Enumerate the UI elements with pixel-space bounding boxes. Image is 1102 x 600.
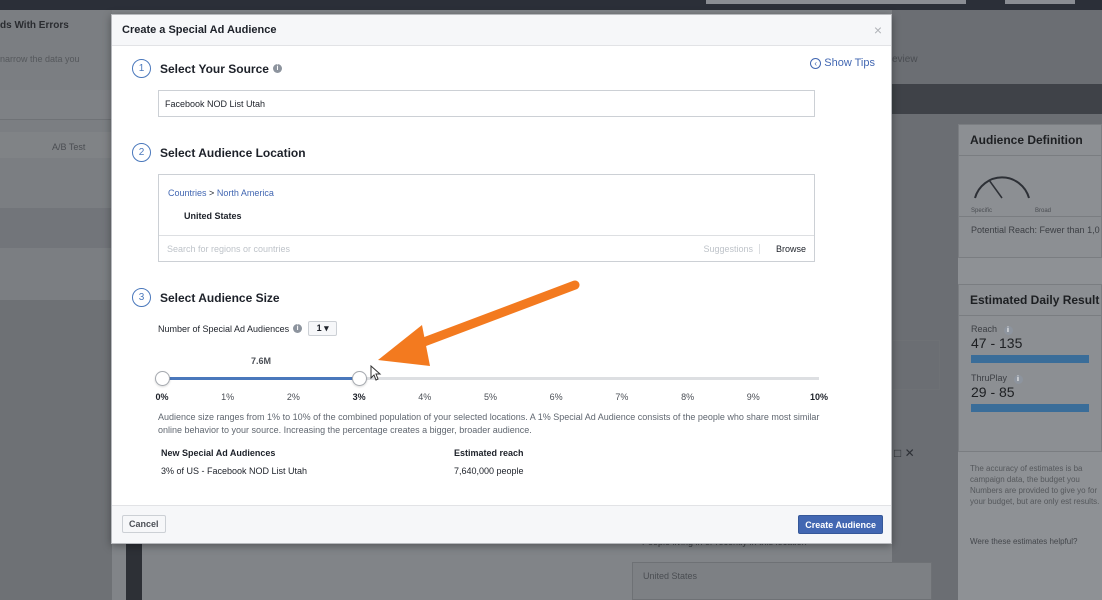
slider-value-label: 7.6M [251, 356, 272, 366]
dialog-title: Create a Special Ad Audience [122, 24, 277, 36]
slider-tick-label: 1% [221, 392, 235, 402]
suggestions-button[interactable]: Suggestions [703, 244, 760, 254]
mouse-cursor-icon [370, 365, 382, 381]
ab-test-button: A/B Test [52, 142, 86, 152]
slider-tick-label: 0% [155, 392, 169, 402]
gauge-icon [974, 176, 1030, 199]
show-tips-link[interactable]: ‹ Show Tips [810, 57, 875, 69]
slider-tick-label: 8% [681, 392, 695, 402]
step-source-header: 1 Select Your Source i [132, 59, 282, 78]
narrow-text: narrow the data you [0, 54, 80, 64]
close-icon[interactable]: × [874, 22, 882, 38]
slider-tick-label: 5% [483, 392, 498, 402]
orange-arrow-icon [378, 280, 580, 366]
step-location-header: 2 Select Audience Location [132, 143, 306, 162]
slider-tick-label: 3% [352, 392, 366, 402]
slider-tick-label: 4% [418, 392, 432, 402]
gauge-specific-label: Specific [971, 208, 993, 214]
review-tab: eview [892, 54, 918, 65]
audience-definition-card: Audience Definition Specific Broad Poten… [958, 124, 1102, 258]
step-title: Select Audience Location [160, 145, 306, 160]
errors-tab: ds With Errors [0, 20, 69, 31]
potential-reach: Potential Reach: Fewer than 1,0 [959, 216, 1101, 235]
estimates-helpful: Were these estimates helpful? [970, 537, 1078, 546]
slider-tick-label: 2% [286, 392, 300, 402]
background-panel [892, 340, 940, 390]
step-number: 1 [132, 59, 151, 78]
breadcrumb-separator: > [209, 188, 215, 198]
dialog-footer: Cancel Create Audience [112, 505, 891, 543]
thruplay-value: 29 - 85 [971, 384, 1015, 400]
slider-tick-label: 10% [809, 392, 829, 402]
estimated-daily-title: Estimated Daily Result [959, 285, 1101, 316]
audience-definition-title: Audience Definition [959, 125, 1101, 156]
top-bar [0, 0, 1102, 10]
estimate-disclaimer: The accuracy of estimates is ba campaign… [970, 464, 1100, 506]
audience-results-table: New Special Ad Audiences Estimated reach… [161, 448, 591, 476]
reach-value: 47 - 135 [971, 335, 1023, 351]
breadcrumb-region[interactable]: North America [217, 188, 274, 198]
create-audience-button[interactable]: Create Audience [798, 515, 883, 534]
left-pane: ds With Errors narrow the data you A/B T… [0, 10, 112, 600]
selected-country: United States [184, 211, 242, 221]
dialog-header: Create a Special Ad Audience [112, 15, 891, 46]
step-title: Select Audience Size [160, 290, 280, 305]
dark-strip [126, 540, 142, 600]
slider-handle-min[interactable] [155, 371, 170, 386]
location-item: United States [643, 571, 698, 581]
estimated-reach-cell: 7,640,000 people [454, 466, 524, 476]
location-breadcrumb: Countries > North America [168, 188, 274, 198]
slider-tick-label: 6% [549, 392, 563, 402]
step-number: 3 [132, 288, 151, 307]
step-title: Select Your Source [160, 61, 269, 76]
left-band [0, 90, 112, 120]
cancel-button[interactable]: Cancel [122, 515, 166, 533]
thruplay-label: ThruPlay i [959, 373, 1101, 384]
audience-name-cell: 3% of US - Facebook NOD List Utah [161, 466, 308, 476]
left-header [0, 208, 112, 248]
dark-bar [892, 84, 1102, 114]
info-icon[interactable]: i [272, 64, 282, 73]
audience-count-label: Number of Special Ad Audiences [158, 323, 290, 334]
info-icon: i [1013, 375, 1023, 384]
top-search [706, 0, 966, 4]
step-size-header: 3 Select Audience Size [132, 288, 280, 307]
column-header: Estimated reach [454, 448, 524, 458]
table-header: New Special Ad Audiences Estimated reach [161, 448, 591, 458]
slider-tick-label: 9% [746, 392, 760, 402]
show-tips-label: Show Tips [824, 57, 875, 69]
close-icon: □ ✕ [894, 446, 915, 460]
step-number: 2 [132, 143, 151, 162]
reach-bar [971, 355, 1089, 363]
audience-count-select[interactable]: 1 ▾ [308, 321, 338, 336]
left-column [0, 300, 112, 600]
thruplay-bar [971, 404, 1089, 412]
info-icon: i [1003, 326, 1013, 335]
chevron-left-icon: ‹ [810, 57, 822, 69]
slider-fill [162, 377, 360, 380]
location-search: Search for regions or countries Suggesti… [159, 235, 814, 262]
browse-button[interactable]: Browse [776, 244, 806, 254]
reach-label: Reach i [959, 324, 1101, 335]
source-input[interactable]: Facebook NOD List Utah [158, 90, 815, 117]
estimated-daily-card: Estimated Daily Result Reach i 47 - 135 … [958, 284, 1102, 452]
column-header: New Special Ad Audiences [161, 448, 276, 458]
breadcrumb-countries[interactable]: Countries [168, 188, 207, 198]
top-block [1005, 0, 1075, 4]
slider-tick-label: 7% [615, 392, 629, 402]
slider-handle-max[interactable] [352, 371, 368, 386]
location-search-input[interactable]: Search for regions or countries [167, 244, 290, 254]
location-list: United States [632, 562, 932, 600]
audience-count-row: Number of Special Ad Audiences i 1 ▾ [158, 321, 338, 336]
location-box: Countries > North America United States … [158, 174, 815, 262]
table-row: 3% of US - Facebook NOD List Utah 7,640,… [161, 466, 591, 476]
audience-size-description: Audience size ranges from 1% to 10% of t… [158, 412, 820, 435]
info-icon[interactable]: i [293, 324, 303, 333]
gauge-broad-label: Broad [1035, 208, 1052, 214]
gauge: Specific Broad [959, 156, 1101, 216]
